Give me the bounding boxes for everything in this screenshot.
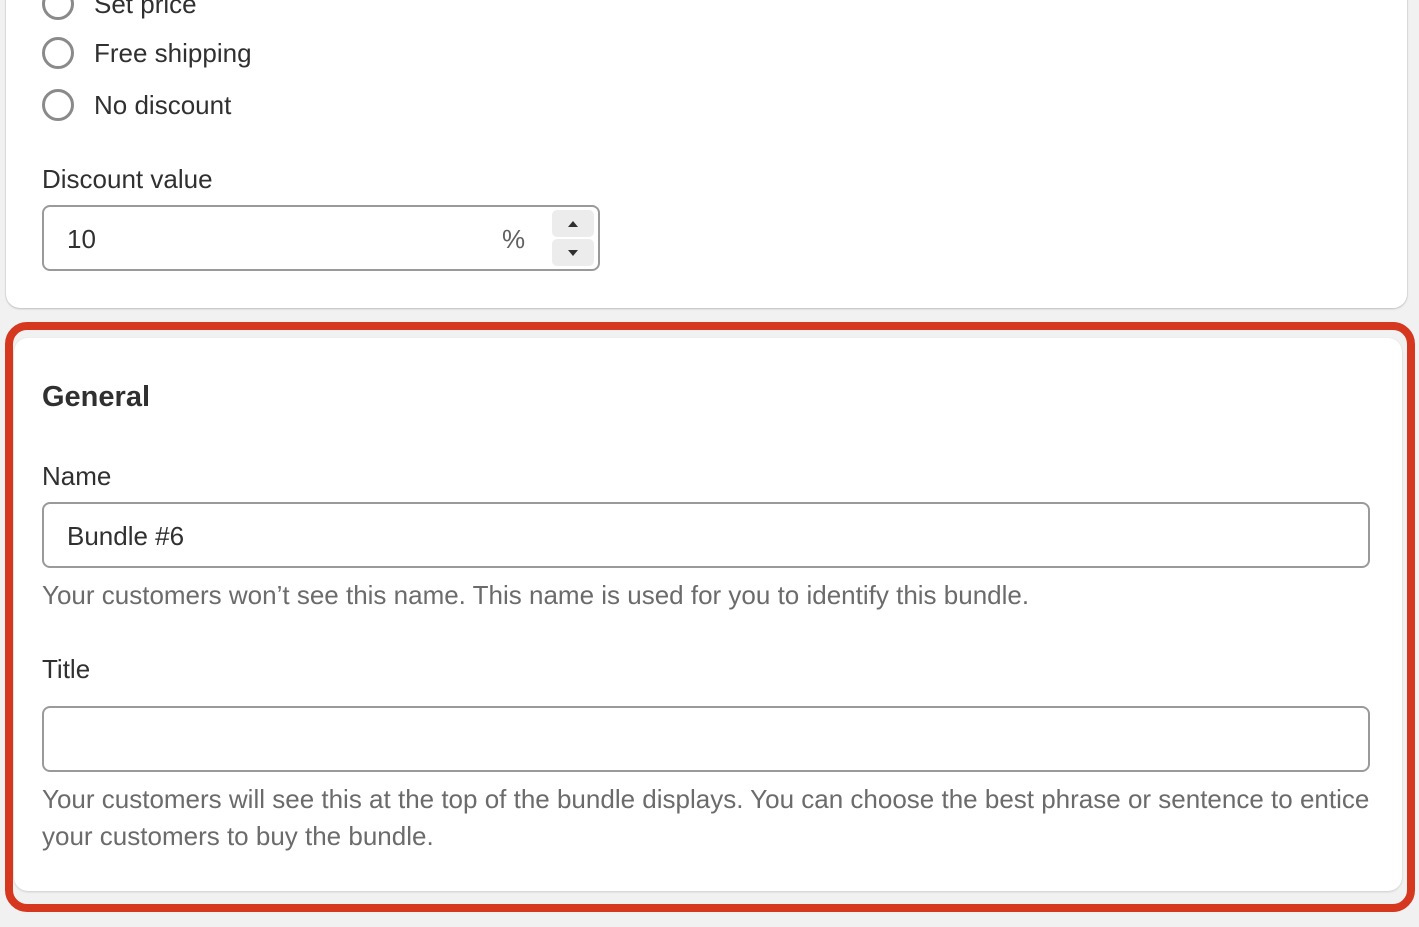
radio-label: Set price xyxy=(94,0,197,19)
radio-option-set-price[interactable]: Set price xyxy=(42,0,197,22)
quantity-stepper[interactable] xyxy=(552,210,594,266)
title-input[interactable] xyxy=(42,706,1370,772)
caret-down-icon xyxy=(568,249,578,256)
decrement-button[interactable] xyxy=(552,239,594,266)
radio-label: Free shipping xyxy=(94,37,252,68)
title-help-text: Your customers will see this at the top … xyxy=(42,784,1370,851)
name-input-value: Bundle #6 xyxy=(67,521,185,551)
discount-value-text: 10 xyxy=(67,224,96,254)
radio-button[interactable] xyxy=(42,0,74,20)
discount-value-label: Discount value xyxy=(42,164,213,194)
radio-button[interactable] xyxy=(42,89,74,121)
section-title-general: General xyxy=(42,381,150,413)
discount-value-input[interactable]: 10 % xyxy=(42,205,600,271)
radio-option-no-discount[interactable]: No discount xyxy=(42,87,231,123)
percent-suffix: % xyxy=(502,224,526,254)
name-label: Name xyxy=(42,461,112,491)
radio-label: No discount xyxy=(94,89,232,120)
name-input[interactable]: Bundle #6 xyxy=(42,502,1370,568)
increment-button[interactable] xyxy=(552,210,594,237)
name-help-text: Your customers won’t see this name. This… xyxy=(42,580,1030,610)
title-label: Title xyxy=(42,654,91,684)
radio-button[interactable] xyxy=(42,37,74,69)
radio-option-free-shipping[interactable]: Free shipping xyxy=(42,35,252,71)
caret-up-icon xyxy=(568,220,578,227)
